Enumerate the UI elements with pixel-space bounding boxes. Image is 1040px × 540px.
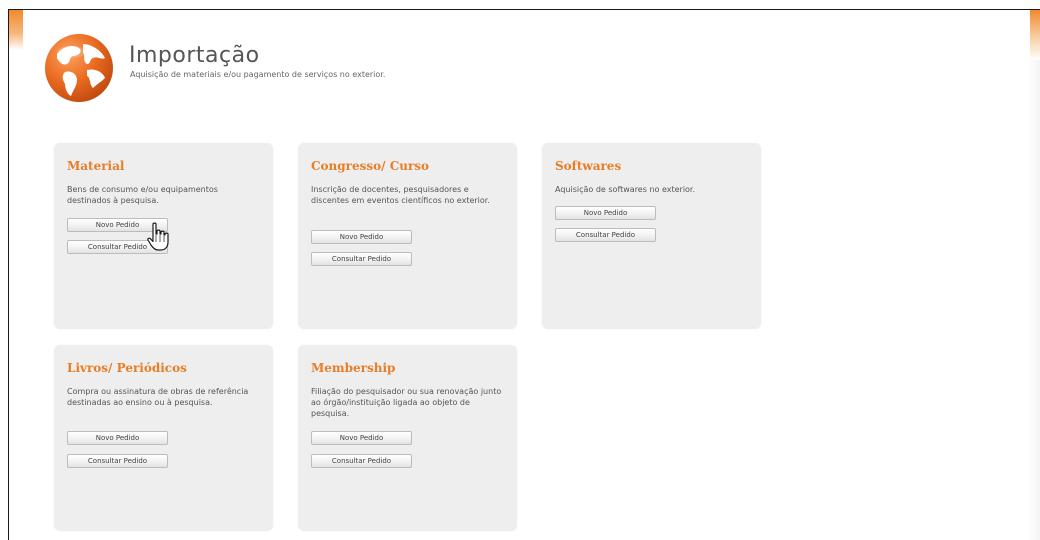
new-request-button[interactable]: Novo Pedido (311, 230, 412, 244)
page: Importação Aquisição de materiais e/ou p… (0, 0, 1040, 540)
card-livros-periodicos: Livros/ Periódicos Compra ou assinatura … (54, 345, 273, 531)
accent-tab-left (9, 10, 23, 50)
card-title: Membership (311, 361, 396, 375)
card-description: Filiação do pesquisador ou sua renovação… (311, 387, 502, 418)
card-description: Aquisição de softwares no exterior. (555, 185, 696, 194)
page-subtitle: Aquisição de materiais e/ou pagamento de… (130, 70, 386, 79)
card-description: Compra ou assinatura de obras de referên… (67, 387, 249, 407)
card-softwares: Softwares Aquisição de softwares no exte… (542, 143, 761, 329)
card-title: Livros/ Periódicos (67, 361, 187, 375)
new-request-button[interactable]: Novo Pedido (67, 431, 168, 445)
card-title: Congresso/ Curso (311, 159, 430, 173)
card-description: Inscrição de docentes, pesquisadores e d… (311, 185, 490, 205)
new-request-button[interactable]: Novo Pedido (555, 206, 656, 220)
new-request-button[interactable]: Novo Pedido (311, 431, 412, 445)
accent-tab-right (1030, 10, 1040, 60)
right-edge-shadow (1028, 60, 1040, 540)
hand-pointer-icon (147, 222, 169, 251)
page-title: Importação (129, 43, 260, 68)
card-title: Softwares (555, 159, 622, 173)
query-request-button[interactable]: Consultar Pedido (311, 252, 412, 266)
card-description: Bens de consumo e/ou equipamentos destin… (67, 185, 218, 205)
query-request-button[interactable]: Consultar Pedido (555, 228, 656, 242)
card-title: Material (67, 159, 125, 173)
card-membership: Membership Filiação do pesquisador ou su… (298, 345, 517, 531)
globe-icon (45, 34, 113, 102)
query-request-button[interactable]: Consultar Pedido (311, 454, 412, 468)
query-request-button[interactable]: Consultar Pedido (67, 454, 168, 468)
card-congresso-curso: Congresso/ Curso Inscrição de docentes, … (298, 143, 517, 329)
